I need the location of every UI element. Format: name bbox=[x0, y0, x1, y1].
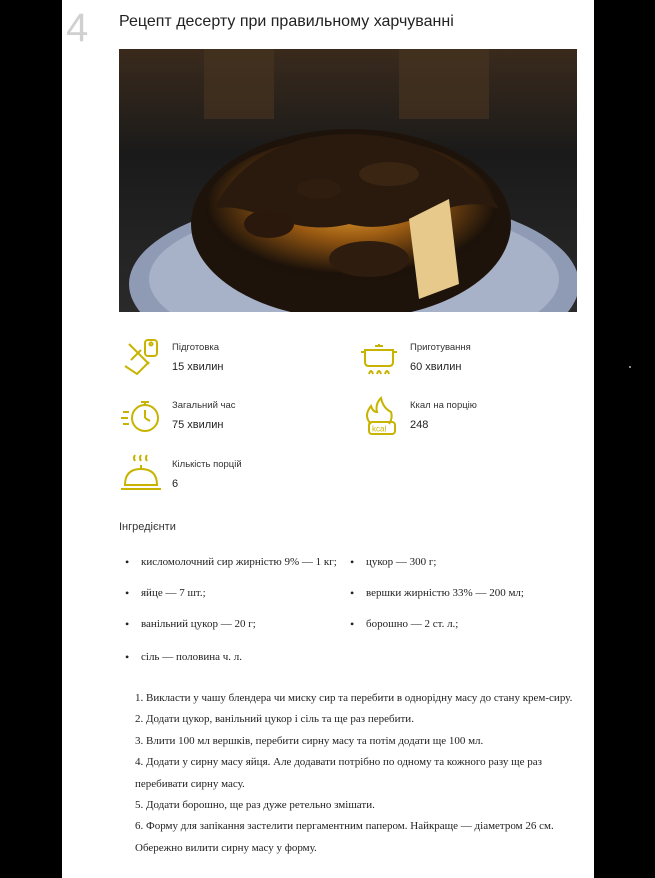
serving-cloche-icon bbox=[121, 454, 161, 490]
stat-value: 75 хвилин bbox=[172, 419, 224, 431]
svg-text:kcal: kcal bbox=[372, 425, 386, 434]
stat-label: Кількість порцій bbox=[172, 459, 242, 470]
step-number: 4 bbox=[66, 6, 89, 50]
cooking-pot-icon bbox=[361, 344, 397, 375]
ingredient-item: цукор — 300 г; bbox=[350, 555, 436, 570]
step-item: 3. Влити 100 мл вершків, перебити сирну … bbox=[135, 734, 484, 747]
stat-label: Підготовка bbox=[172, 342, 220, 353]
stray-dot bbox=[629, 366, 631, 368]
stat-cooking: Приготування 60 хвилин bbox=[357, 336, 587, 384]
recipe-title: Рецепт десерту при правильному харчуванн… bbox=[119, 13, 454, 30]
stat-value: 248 bbox=[410, 419, 429, 431]
stat-label: Ккал на порцію bbox=[410, 400, 477, 411]
flame-kcal-icon: kcal bbox=[366, 395, 396, 435]
step-item: 5. Додати борошно, ще раз дуже ретельно … bbox=[135, 799, 375, 812]
article: 4 Рецепт десерту при правильному харчува… bbox=[62, 0, 594, 878]
ingredient-item: кисломолочний сир жирністю 9% — 1 кг; bbox=[125, 555, 337, 570]
stat-preparation: Підготовка 15 хвилин bbox=[119, 336, 349, 384]
step-item: 1. Викласти у чашу блендера чи миску сир… bbox=[135, 692, 573, 704]
stat-value: 60 хвилин bbox=[410, 361, 462, 373]
ingredients-title: Інгредієнти bbox=[119, 521, 176, 533]
stat-kcal: kcal Ккал на порцію 248 bbox=[357, 394, 587, 442]
step-item: 2. Додати цукор, ванільний цукор і сіль … bbox=[135, 713, 414, 726]
knife-board-icon bbox=[124, 339, 158, 376]
ingredient-item: ванільний цукор — 20 г; bbox=[125, 617, 256, 632]
step-item: 6. Форму для запікання застелити пергаме… bbox=[135, 820, 554, 854]
stat-label: Загальний час bbox=[172, 400, 236, 411]
stopwatch-icon bbox=[121, 401, 159, 432]
recipe-steps: 1. Викласти у чашу блендера чи миску сир… bbox=[135, 688, 585, 859]
ingredient-item: борошно — 2 ст. л.; bbox=[350, 617, 458, 632]
stat-value: 15 хвилин bbox=[172, 361, 224, 373]
baked-cheesecake-photo bbox=[119, 49, 577, 312]
ingredient-item: вершки жирністю 33% — 200 мл; bbox=[350, 586, 524, 601]
ingredient-item: сіль — половина ч. л. bbox=[125, 650, 242, 665]
ingredient-item: яйце — 7 шт.; bbox=[125, 586, 206, 601]
stat-total-time: Загальний час 75 хвилин bbox=[119, 394, 349, 442]
step-item: 4. Додати у сирну масу яйця. Але додават… bbox=[135, 756, 542, 790]
stat-label: Приготування bbox=[410, 342, 471, 353]
stat-servings: Кількість порцій 6 bbox=[119, 453, 349, 501]
stat-value: 6 bbox=[172, 478, 179, 490]
